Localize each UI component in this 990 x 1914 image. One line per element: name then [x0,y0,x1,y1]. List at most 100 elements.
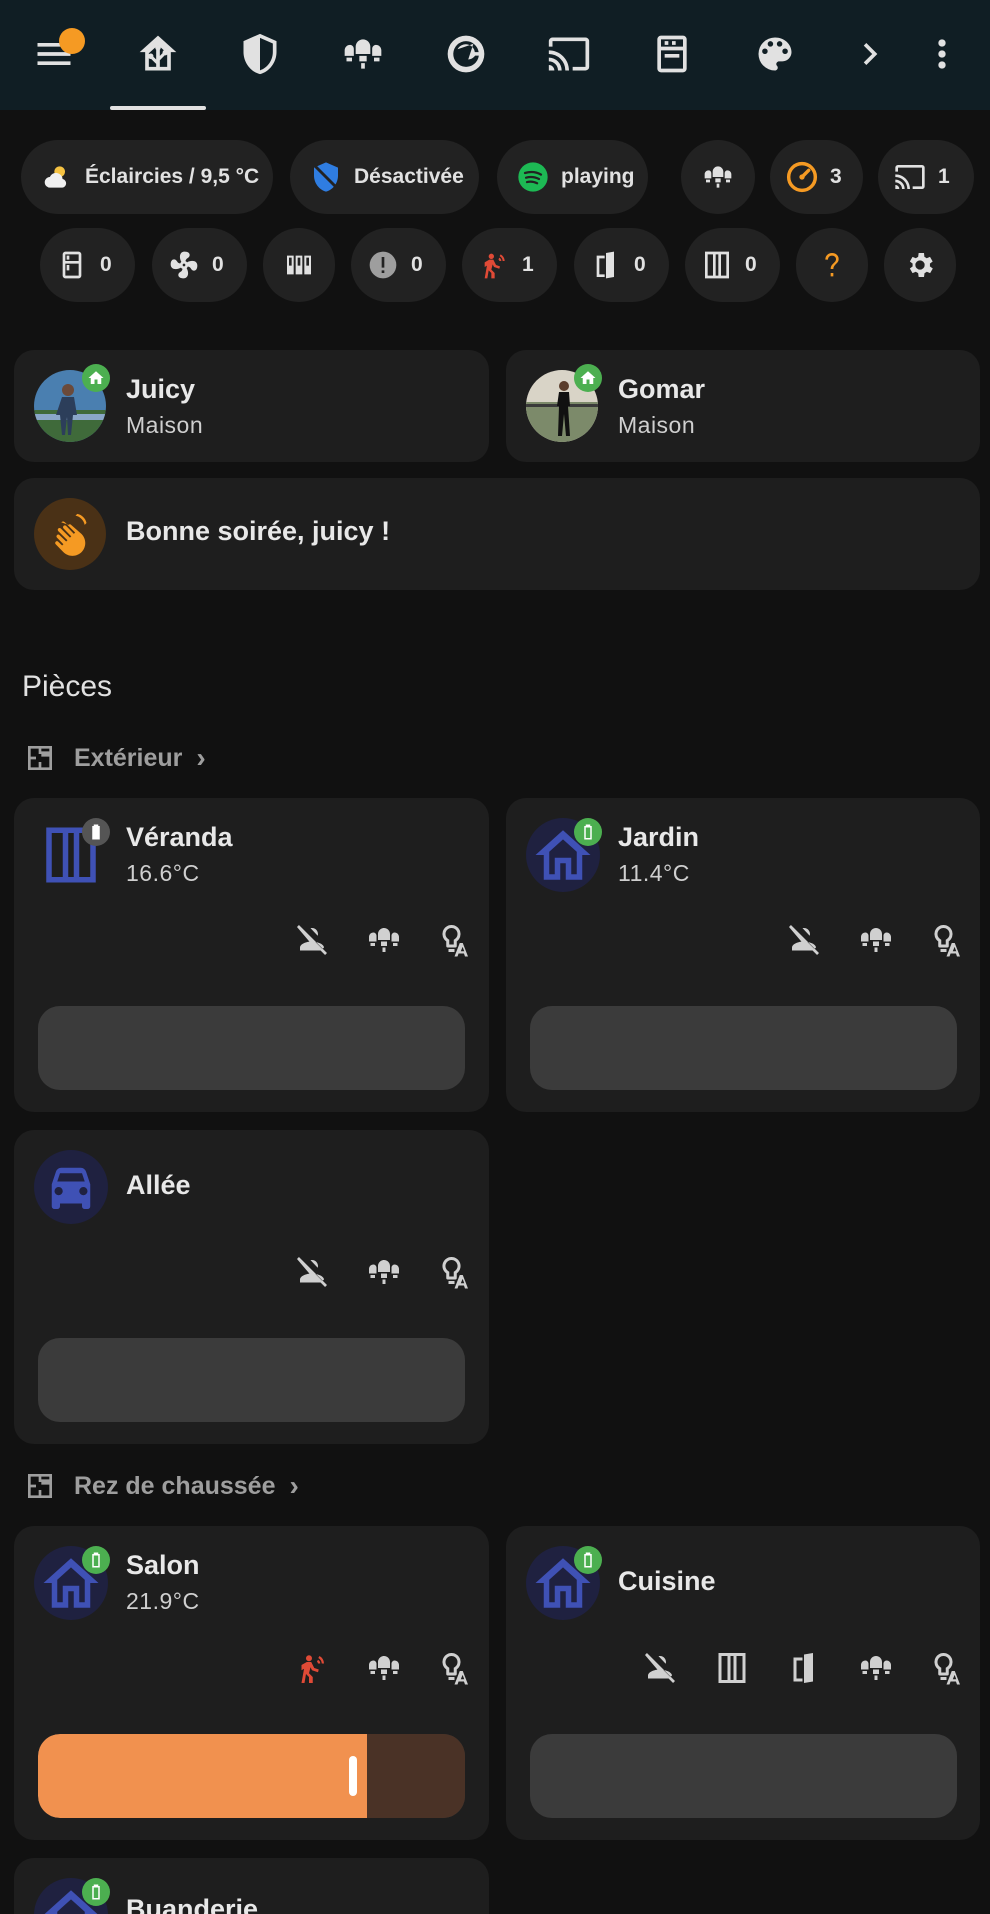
battery-icon [92,824,100,840]
room-icon [34,1150,108,1224]
lights-toggle[interactable] [858,922,894,958]
motion-toggle[interactable] [294,1650,330,1686]
room-card-allee[interactable]: Allée [14,1130,489,1444]
room-card-jardin[interactable]: Jardin 11.4°C [506,798,980,1112]
more-tabs-button[interactable] [830,14,910,94]
room-card-salon[interactable]: Salon 21.9°C [14,1526,489,1840]
dots-vertical-icon [938,39,946,69]
floor-plan-icon [28,1474,52,1498]
ceiling-light-multiple-icon [369,928,399,952]
home-icon [88,371,104,384]
home-assistant-icon [139,35,177,71]
lightbulb-auto-icon [442,1256,468,1289]
lights-toggle[interactable] [366,1650,402,1686]
motion-sensor-icon [301,1655,324,1683]
shield-half-icon [243,33,277,75]
door-toggle[interactable] [786,1650,822,1686]
radiator-chip[interactable] [263,228,335,302]
room-temperature: 16.6°C [126,860,200,886]
tab-security[interactable] [220,14,300,94]
door-chip[interactable]: 0 [574,228,669,302]
meter-chip[interactable]: 3 [770,140,863,214]
alert-chip[interactable]: 0 [351,228,446,302]
lights-toggle[interactable] [366,1254,402,1290]
account-off-icon [297,925,327,955]
lights-toggle[interactable] [858,1650,894,1686]
ceiling-light-multiple-icon [369,1260,399,1284]
lights-toggle[interactable] [366,922,402,958]
menu-button[interactable] [14,14,94,94]
partly-cloudy-icon [44,166,67,188]
occupancy-toggle[interactable] [294,922,330,958]
weather-chip[interactable]: Éclaircies / 9,5 °C [21,140,273,214]
tab-energy[interactable] [426,14,506,94]
tab-media[interactable] [529,14,609,94]
chevron-right-icon: › [196,742,206,773]
alarm-label: Désactivée [354,165,464,188]
palette-icon [758,37,792,71]
notification-dot [59,28,85,54]
battery-badge [82,1878,110,1906]
auto-light-toggle[interactable] [930,1650,966,1686]
motion-sensor-icon [484,253,505,279]
slider-handle[interactable] [349,1756,357,1796]
floor-header-rez-de-chaussee[interactable]: Rez de chaussée › [24,1466,299,1506]
room-card-veranda[interactable]: Véranda 16.6°C [14,798,489,1112]
light-brightness-slider[interactable] [38,1338,465,1422]
lights-chip[interactable] [681,140,755,214]
room-name: Salon [126,1550,200,1580]
tab-home[interactable] [118,14,198,94]
door-open-icon [596,251,614,279]
person-card-juicy[interactable]: Juicy Maison [14,350,489,462]
light-brightness-slider[interactable] [530,1734,957,1818]
cast-count: 1 [938,165,950,188]
hand-wave-icon [55,513,87,556]
settings-chip[interactable] [884,228,956,302]
auto-light-toggle[interactable] [438,1650,474,1686]
floor-header-exterieur[interactable]: Extérieur › [24,738,206,778]
light-brightness-slider[interactable] [530,1006,957,1090]
radiator-icon [287,255,311,275]
room-card-cuisine[interactable]: Cuisine [506,1526,980,1840]
light-brightness-slider[interactable] [38,1006,465,1090]
ceiling-light-multiple-icon [861,928,891,952]
overflow-menu-button[interactable] [902,14,982,94]
ceiling-light-multiple-icon [861,1656,891,1680]
person-state: Maison [618,412,696,438]
fan-chip[interactable]: 0 [152,228,247,302]
occupancy-toggle[interactable] [786,922,822,958]
alarm-chip[interactable]: Désactivée [290,140,479,214]
spotify-chip[interactable]: playing [497,140,648,214]
tab-appliances[interactable] [632,14,712,94]
window-chip[interactable]: 0 [685,228,780,302]
auto-light-toggle[interactable] [930,922,966,958]
auto-light-toggle[interactable] [438,1254,474,1290]
rooms-section-title: Pièces [22,670,113,703]
occupancy-toggle[interactable] [642,1650,678,1686]
alert-count: 0 [411,253,423,276]
floor-plan-icon [28,746,52,770]
battery-icon [92,1552,100,1568]
light-brightness-slider[interactable] [38,1734,465,1818]
slider-fill [38,1734,367,1818]
motion-chip[interactable]: 1 [462,228,557,302]
fan-icon [170,251,198,279]
cast-icon [895,165,925,189]
fan-count: 0 [212,253,224,276]
occupancy-toggle[interactable] [294,1254,330,1290]
help-chip[interactable] [796,228,868,302]
cast-chip[interactable]: 1 [878,140,974,214]
account-off-icon [789,925,819,955]
tab-themes[interactable] [735,14,815,94]
person-card-gomar[interactable]: Gomar Maison [506,350,980,462]
auto-light-toggle[interactable] [438,922,474,958]
battery-badge [82,1546,110,1574]
help-icon [825,253,839,277]
fridge-chip[interactable]: 0 [40,228,135,302]
tab-lights[interactable] [323,14,403,94]
window-toggle[interactable] [714,1650,750,1686]
room-card-buanderie[interactable]: Buanderie [14,1858,489,1914]
stove-icon [657,35,687,73]
lightbulb-auto-icon [934,924,960,957]
person-name: Gomar [618,374,706,404]
